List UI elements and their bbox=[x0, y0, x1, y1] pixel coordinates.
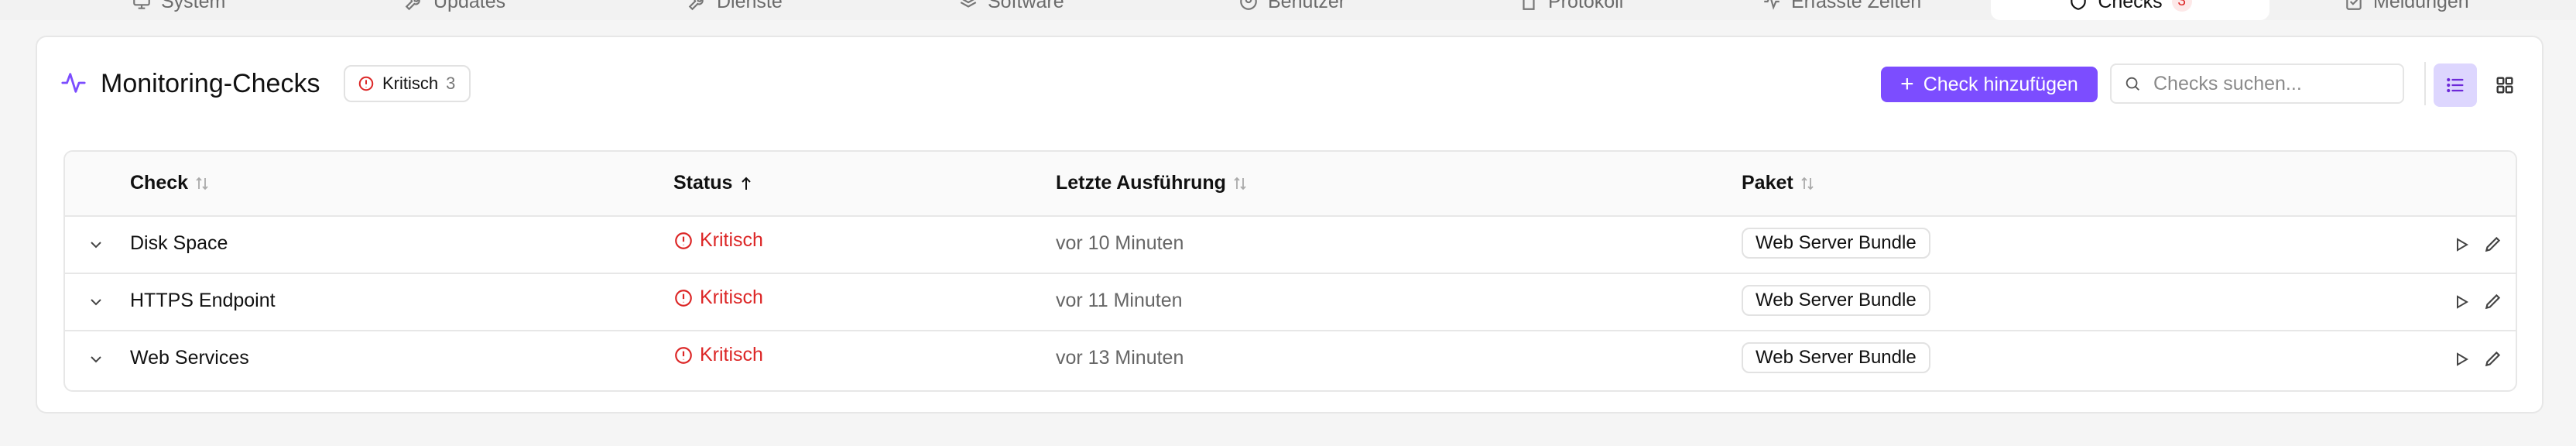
tab-software[interactable]: Software bbox=[958, 0, 1064, 20]
alert-circle-icon bbox=[675, 289, 692, 307]
tab-updates[interactable]: Updates bbox=[404, 0, 505, 20]
last-run: vor 11 Minuten bbox=[1056, 290, 1183, 311]
status-badge: Kritisch bbox=[673, 229, 763, 252]
column-header-package[interactable]: Paket bbox=[1742, 172, 1815, 194]
last-run: vor 10 Minuten bbox=[1056, 232, 1184, 254]
tab-erfasste-zeiten[interactable]: Erfasste Zeiten bbox=[1762, 0, 1921, 20]
layers-icon bbox=[960, 0, 977, 8]
search-input[interactable] bbox=[2152, 71, 2403, 96]
table-header: Check Status Letzte Ausführung Paket bbox=[65, 152, 2516, 217]
sort-ascending-icon bbox=[742, 177, 752, 190]
shield-icon bbox=[2071, 0, 2087, 10]
wrench-icon bbox=[405, 0, 420, 11]
status-badge: Kritisch bbox=[673, 286, 763, 309]
tab-checks[interactable]: Checks 3 bbox=[1991, 0, 2269, 20]
alert-circle-icon bbox=[675, 232, 692, 249]
tab-meldungen[interactable]: Meldungen bbox=[2344, 0, 2469, 20]
file-icon bbox=[1523, 0, 1535, 10]
tab-label: Software bbox=[988, 0, 1064, 12]
sort-both-icon bbox=[1234, 177, 1246, 190]
add-check-label: Check hinzufügen bbox=[1923, 73, 2078, 95]
list-icon bbox=[2447, 77, 2464, 93]
play-icon[interactable] bbox=[2452, 293, 2471, 311]
tab-label: Erfasste Zeiten bbox=[1791, 0, 1922, 12]
package-badge[interactable]: Web Server Bundle bbox=[1742, 342, 1930, 373]
toolbar-divider bbox=[2424, 62, 2426, 105]
tab-badge-count: 3 bbox=[2171, 0, 2192, 12]
column-header-check[interactable]: Check bbox=[130, 172, 210, 194]
tab-label: Dienste bbox=[717, 0, 783, 12]
grid-view-button[interactable] bbox=[2483, 63, 2526, 107]
chevron-down-icon[interactable] bbox=[87, 235, 105, 254]
check-name: HTTPS Endpoint bbox=[130, 290, 276, 311]
tab-label: Updates bbox=[433, 0, 506, 12]
check-name: Disk Space bbox=[130, 232, 228, 254]
package-badge[interactable]: Web Server Bundle bbox=[1742, 228, 1930, 259]
grid-icon bbox=[2496, 77, 2513, 94]
monitoring-checks-card: Monitoring-Checks Kritisch 3 + Check hin… bbox=[36, 36, 2543, 413]
tab-benutzer[interactable]: Benutzer bbox=[1238, 0, 1345, 20]
play-icon[interactable] bbox=[2452, 235, 2471, 254]
critical-label: Kritisch bbox=[382, 74, 439, 93]
pencil-icon[interactable] bbox=[2483, 234, 2503, 254]
tab-system[interactable]: System bbox=[132, 0, 225, 20]
sort-both-icon bbox=[1801, 177, 1814, 190]
pencil-icon[interactable] bbox=[2483, 291, 2503, 311]
tab-label: Checks bbox=[2098, 0, 2163, 12]
alert-circle-icon bbox=[358, 76, 374, 91]
plus-icon: + bbox=[1900, 71, 1914, 97]
tab-protokoll[interactable]: Protokoll bbox=[1519, 0, 1623, 20]
table-row[interactable]: Disk Space Kritisch vor 10 Minuten Web S… bbox=[65, 217, 2516, 274]
list-view-button[interactable] bbox=[2434, 63, 2477, 107]
add-check-button[interactable]: + Check hinzufügen bbox=[1881, 67, 2098, 102]
last-run: vor 13 Minuten bbox=[1056, 347, 1184, 369]
user-circle-icon bbox=[1240, 0, 1257, 10]
tab-dienste[interactable]: Dienste bbox=[687, 0, 783, 20]
sort-both-icon bbox=[196, 177, 208, 190]
status-badge: Kritisch bbox=[673, 344, 763, 366]
play-icon[interactable] bbox=[2452, 350, 2471, 369]
column-header-status[interactable]: Status bbox=[673, 172, 754, 194]
activity-icon bbox=[61, 73, 86, 93]
wrench-icon bbox=[688, 0, 704, 11]
page-title: Monitoring-Checks bbox=[101, 69, 320, 98]
activity-icon bbox=[1764, 0, 1780, 10]
pencil-icon[interactable] bbox=[2483, 348, 2503, 369]
chevron-down-icon[interactable] bbox=[87, 293, 105, 311]
table-row[interactable]: Web Services Kritisch vor 13 Minuten Web… bbox=[65, 331, 2516, 387]
critical-count: 3 bbox=[446, 74, 456, 93]
column-header-last-run[interactable]: Letzte Ausführung bbox=[1056, 172, 1248, 194]
tab-label: Benutzer bbox=[1268, 0, 1346, 12]
search-box[interactable] bbox=[2110, 63, 2404, 104]
file-check-icon bbox=[2346, 0, 2362, 10]
alert-circle-icon bbox=[675, 346, 692, 364]
tab-label: System bbox=[161, 0, 226, 12]
critical-count-badge[interactable]: Kritisch 3 bbox=[344, 65, 471, 102]
check-name: Web Services bbox=[130, 347, 249, 369]
checks-table: Check Status Letzte Ausführung Paket Dis… bbox=[63, 150, 2517, 392]
tab-label: Meldungen bbox=[2373, 0, 2469, 12]
search-icon bbox=[2126, 77, 2139, 91]
package-badge[interactable]: Web Server Bundle bbox=[1742, 285, 1930, 316]
table-row[interactable]: HTTPS Endpoint Kritisch vor 11 Minuten W… bbox=[65, 274, 2516, 331]
monitor-icon bbox=[133, 0, 150, 9]
chevron-down-icon[interactable] bbox=[87, 350, 105, 369]
tab-label: Protokoll bbox=[1548, 0, 1624, 12]
tab-bar: System Updates Dienste Software Benutzer… bbox=[0, 0, 2576, 20]
